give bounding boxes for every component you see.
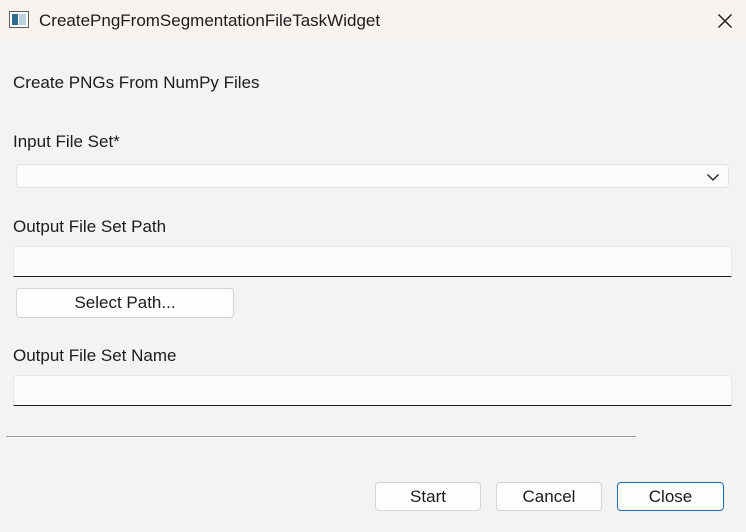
- title-bar[interactable]: CreatePngFromSegmentationFileTaskWidget: [0, 0, 746, 42]
- cancel-button[interactable]: Cancel: [496, 482, 602, 511]
- output-path-label: Output File Set Path: [13, 217, 167, 236]
- select-path-button[interactable]: Select Path...: [16, 288, 234, 318]
- output-name-label: Output File Set Name: [13, 346, 177, 365]
- output-path-input[interactable]: [13, 246, 732, 277]
- window-title: CreatePngFromSegmentationFileTaskWidget: [39, 11, 381, 30]
- chevron-down-icon: [707, 174, 719, 181]
- input-file-set-dropdown[interactable]: [16, 164, 729, 188]
- app-window-icon: [9, 11, 29, 28]
- divider: [6, 436, 636, 438]
- close-button[interactable]: Close: [617, 482, 724, 511]
- form-heading: Create PNGs From NumPy Files: [13, 73, 260, 92]
- dialog-window: CreatePngFromSegmentationFileTaskWidget …: [0, 0, 746, 532]
- output-name-input[interactable]: [13, 375, 732, 406]
- input-file-set-label: Input File Set*: [13, 132, 120, 151]
- start-button[interactable]: Start: [375, 482, 481, 511]
- close-window-button[interactable]: [704, 0, 746, 42]
- close-icon: [718, 14, 732, 28]
